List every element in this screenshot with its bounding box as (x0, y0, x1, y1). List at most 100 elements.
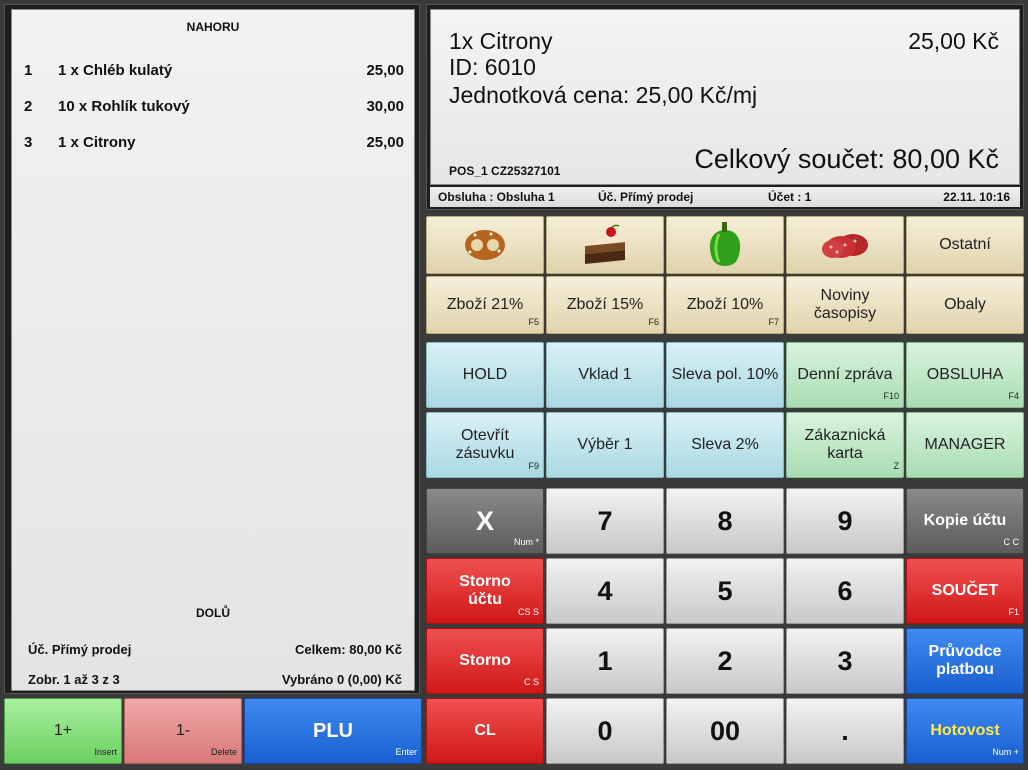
account-type: Úč. Přímý prodej (28, 642, 132, 657)
list-item[interactable]: 1 1 x Chléb kulatý 25,00 (24, 62, 404, 82)
hold-label: HOLD (462, 366, 508, 383)
hold-button[interactable]: HOLD (426, 342, 544, 408)
category-cake-button[interactable] (546, 216, 664, 274)
key-9-button[interactable]: 9 (786, 488, 904, 554)
discount-button[interactable]: Sleva 2% (666, 412, 784, 478)
daily-report-label: Denní zpráva (797, 366, 893, 383)
pepper-icon (709, 222, 741, 266)
shortcut-label: F1 (1008, 607, 1019, 617)
key-3-label: 3 (837, 646, 853, 676)
quantity-plus-label: 1+ (53, 722, 73, 739)
key-7-button[interactable]: 7 (546, 488, 664, 554)
status-datetime: 22.11. 10:16 (943, 190, 1010, 204)
discount-label: Sleva 2% (691, 436, 759, 453)
operator-label: OBSLUHA (926, 366, 1004, 383)
storno-button[interactable]: Storno C S (426, 628, 544, 694)
status-operator: Obsluha : Obsluha 1 (438, 190, 555, 204)
discount-item-button[interactable]: Sleva pol. 10% (666, 342, 784, 408)
scroll-up-button[interactable]: NAHORU (12, 20, 414, 34)
shortcut-label: F5 (528, 317, 539, 327)
packaging-button[interactable]: Obaly (906, 276, 1024, 334)
daily-report-button[interactable]: Denní zpráva F10 (786, 342, 904, 408)
category-other-button[interactable]: Ostatní (906, 216, 1024, 274)
packaging-label: Obaly (944, 296, 986, 313)
multiply-label: X (475, 506, 494, 536)
category-pastry-button[interactable] (426, 216, 544, 274)
key-7-label: 7 (597, 506, 613, 536)
key-dot-button[interactable]: . (786, 698, 904, 764)
goods-10-button[interactable]: Zboží 10% F7 (666, 276, 784, 334)
shortcut-label: CS S (517, 607, 539, 617)
pos-id: POS_1 CZ25327101 (449, 164, 561, 178)
shortcut-label: F4 (1008, 391, 1019, 401)
key-4-button[interactable]: 4 (546, 558, 664, 624)
list-item[interactable]: 2 10 x Rohlík tukový 30,00 (24, 98, 404, 118)
shortcut-label: F6 (648, 317, 659, 327)
withdraw-button[interactable]: Výběr 1 (546, 412, 664, 478)
receipt-panel: NAHORU 1 1 x Chléb kulatý 25,00 2 10 x R… (4, 4, 420, 694)
category-meat-button[interactable] (786, 216, 904, 274)
sum-label: SOUČET (931, 582, 999, 599)
current-price: 25,00 Kč (908, 28, 999, 54)
scroll-down-button[interactable]: DOLŮ (12, 606, 414, 620)
key-1-button[interactable]: 1 (546, 628, 664, 694)
manager-button[interactable]: MANAGER (906, 412, 1024, 478)
payment-guide-label-2: platbou (936, 661, 994, 678)
item-description: 10 x Rohlík tukový (58, 98, 190, 115)
newspapers-button[interactable]: Noviny časopisy (786, 276, 904, 334)
cake-icon (585, 224, 625, 264)
clear-button[interactable]: CL (426, 698, 544, 764)
goods-15-button[interactable]: Zboží 15% F6 (546, 276, 664, 334)
key-3-button[interactable]: 3 (786, 628, 904, 694)
key-4-label: 4 (597, 576, 613, 606)
key-9-label: 9 (837, 506, 853, 536)
view-range: Zobr. 1 až 3 z 3 (28, 672, 120, 687)
key-2-button[interactable]: 2 (666, 628, 784, 694)
storno-bill-button[interactable]: Storno účtu CS S (426, 558, 544, 624)
cash-button[interactable]: Hotovost Num + (906, 698, 1024, 764)
unit-price: Jednotková cena: 25,00 Kč/mj (449, 82, 758, 108)
list-item[interactable]: 3 1 x Citrony 25,00 (24, 134, 404, 154)
quantity-minus-label: 1- (175, 722, 191, 739)
payment-guide-button[interactable]: Průvodce platbou (906, 628, 1024, 694)
quantity-minus-button[interactable]: 1- Delete (124, 698, 242, 764)
shortcut-label: F9 (528, 461, 539, 471)
customer-card-label-1: Zákaznická (804, 427, 886, 444)
multiply-button[interactable]: X Num * (426, 488, 544, 554)
shortcut-label: F7 (768, 317, 779, 327)
customer-card-label-2: karta (827, 445, 863, 462)
operator-button[interactable]: OBSLUHA F4 (906, 342, 1024, 408)
receipt-list[interactable]: NAHORU 1 1 x Chléb kulatý 25,00 2 10 x R… (11, 9, 415, 691)
key-5-button[interactable]: 5 (666, 558, 784, 624)
item-description: 1 x Citrony (58, 134, 136, 151)
category-vegetables-button[interactable] (666, 216, 784, 274)
storno-label: Storno (459, 652, 511, 669)
key-6-button[interactable]: 6 (786, 558, 904, 624)
quantity-plus-button[interactable]: 1+ Insert (4, 698, 122, 764)
plu-button[interactable]: PLU Enter (244, 698, 422, 764)
payment-guide-label-1: Průvodce (928, 643, 1002, 660)
key-0-button[interactable]: 0 (546, 698, 664, 764)
deposit-button[interactable]: Vklad 1 (546, 342, 664, 408)
key-8-button[interactable]: 8 (666, 488, 784, 554)
key-8-label: 8 (717, 506, 733, 536)
copy-bill-button[interactable]: Kopie účtu C C (906, 488, 1024, 554)
shortcut-label: Enter (395, 747, 417, 757)
goods-21-button[interactable]: Zboží 21% F5 (426, 276, 544, 334)
item-number: 2 (24, 98, 33, 115)
category-other-label: Ostatní (939, 236, 991, 253)
open-drawer-button[interactable]: Otevřít zásuvku F9 (426, 412, 544, 478)
goods-15-label: Zboží 15% (566, 296, 644, 313)
cash-label: Hotovost (930, 722, 1000, 739)
key-00-button[interactable]: 00 (666, 698, 784, 764)
goods-10-label: Zboží 10% (686, 296, 764, 313)
shortcut-label: Num + (992, 747, 1019, 757)
receipt-total: Celkem: 80,00 Kč (295, 642, 402, 657)
sum-button[interactable]: SOUČET F1 (906, 558, 1024, 624)
shortcut-label: C S (523, 677, 539, 687)
selected-amount: Vybráno 0 (0,00) Kč (281, 672, 402, 687)
item-description: 1 x Chléb kulatý (58, 62, 173, 79)
plu-label: PLU (313, 720, 353, 742)
customer-card-button[interactable]: Zákaznická karta Z (786, 412, 904, 478)
shortcut-label: F10 (883, 391, 899, 401)
